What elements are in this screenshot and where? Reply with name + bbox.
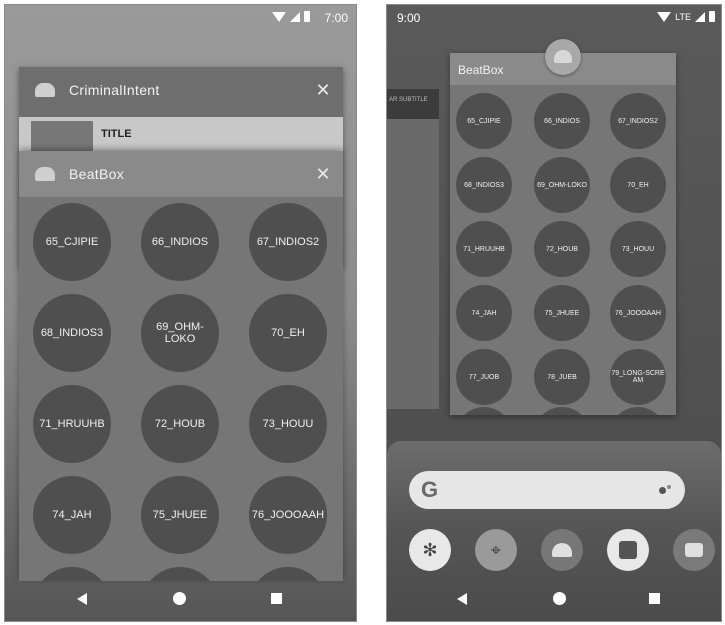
android-app-icon [35,83,55,97]
sound-button[interactable]: 72_HOUB [534,221,590,277]
recents-icon[interactable] [271,593,282,604]
android-icon[interactable] [541,529,583,571]
sound-button[interactable]: 79_LONG-SCRE AM [610,349,666,405]
sound-button[interactable]: 66_INDIOS [534,93,590,149]
sound-button[interactable]: 70_EH [249,294,327,372]
sound-button[interactable]: 70_EH [610,157,666,213]
navigation-bar [387,579,721,621]
back-icon[interactable] [457,593,467,605]
signal-icon [290,11,300,22]
beatbox-task-card[interactable]: BeatBox 65_CJIPIE 66_INDIOS 67_INDIOS2 6… [450,53,676,415]
recents-icon[interactable] [649,593,660,604]
card-header: BeatBox ✕ [19,151,343,197]
row-title: TITLE [101,128,132,140]
sound-button[interactable]: 75_JHUEE [141,476,219,554]
sound-button[interactable]: 71_HRUUHB [456,221,512,277]
android-app-icon [35,167,55,181]
sound-button[interactable]: 78_JUEB [534,349,590,405]
right-phone-screen: 9:00 LTE AR SUBTITLE BeatBox 65_CJIPIE 6… [386,4,722,622]
beatbox-task-card[interactable]: BeatBox ✕ 65_CJIPIE 66_INDIOS 67_INDIOS2… [19,151,343,581]
sound-button[interactable]: 67_INDIOS2 [249,203,327,281]
clock: 7:00 [324,11,348,25]
card-title: CriminalIntent [69,82,160,98]
google-logo-icon: G [421,477,439,502]
sound-button[interactable]: 69_OHM-LOKO [141,294,219,372]
home-icon[interactable] [173,592,186,605]
status-bar: 7:00 [5,5,356,31]
card-header: CriminalIntent ✕ [19,67,343,113]
previous-task-card[interactable]: AR SUBTITLE [387,89,439,409]
sound-button[interactable]: 76_JOOOAAH [249,476,327,554]
sound-button-partial[interactable] [610,407,666,415]
sound-button-partial[interactable] [456,407,512,415]
wifi-icon [657,11,672,22]
messages-icon[interactable] [673,529,715,571]
sound-button[interactable]: 72_HOUB [141,385,219,463]
google-search-bar[interactable]: G [409,471,685,509]
sound-button[interactable]: 68_INDIOS3 [33,294,111,372]
card-title: BeatBox [69,166,125,182]
assistant-icon[interactable] [659,485,671,497]
dock-apps: ✻ ⌖ [409,529,715,571]
maps-icon[interactable]: ⌖ [475,529,517,571]
sound-button[interactable]: 77_JUOB [456,349,512,405]
battery-icon [304,11,310,22]
battery-icon [709,11,715,22]
sound-button[interactable]: 75_JHUEE [534,285,590,341]
android-app-icon[interactable] [545,39,581,75]
clock: 9:00 [397,11,421,25]
pinwheel-icon[interactable]: ✻ [409,529,451,571]
navigation-bar [5,579,356,621]
sound-button[interactable]: 73_HOUU [249,385,327,463]
close-icon[interactable]: ✕ [303,164,343,185]
status-icons: LTE [657,11,715,22]
sound-button[interactable]: 66_INDIOS [141,203,219,281]
close-icon[interactable]: ✕ [303,80,343,101]
sound-button[interactable]: 65_CJIPIE [456,93,512,149]
wifi-icon [272,11,286,22]
status-icons [272,11,310,22]
contacts-icon[interactable] [607,529,649,571]
sound-button[interactable]: 65_CJIPIE [33,203,111,281]
card-toolbar: AR SUBTITLE [387,89,439,119]
launcher-dock: G ✻ ⌖ [387,441,721,621]
sound-button[interactable]: 71_HRUUHB [33,385,111,463]
signal-icon [695,11,705,22]
crime-list-row: TITLE [19,117,343,151]
sound-button[interactable]: 74_JAH [456,285,512,341]
left-phone-screen: 7:00 CriminalIntent ✕ TITLE BeatBox ✕ 65… [4,4,357,622]
sound-button[interactable]: 68_INDIOS3 [456,157,512,213]
thumbnail [31,121,93,151]
home-icon[interactable] [553,592,566,605]
sound-button-partial[interactable] [534,407,590,415]
sound-button[interactable]: 74_JAH [33,476,111,554]
back-icon[interactable] [77,593,87,605]
sound-button[interactable]: 67_INDIOS2 [610,93,666,149]
sound-button[interactable]: 76_JOOOAAH [610,285,666,341]
status-bar: 9:00 LTE [387,5,721,31]
sound-button[interactable]: 69_OHM-LOKO [534,157,590,213]
sound-button[interactable]: 73_HOUU [610,221,666,277]
network-type: LTE [675,11,691,22]
